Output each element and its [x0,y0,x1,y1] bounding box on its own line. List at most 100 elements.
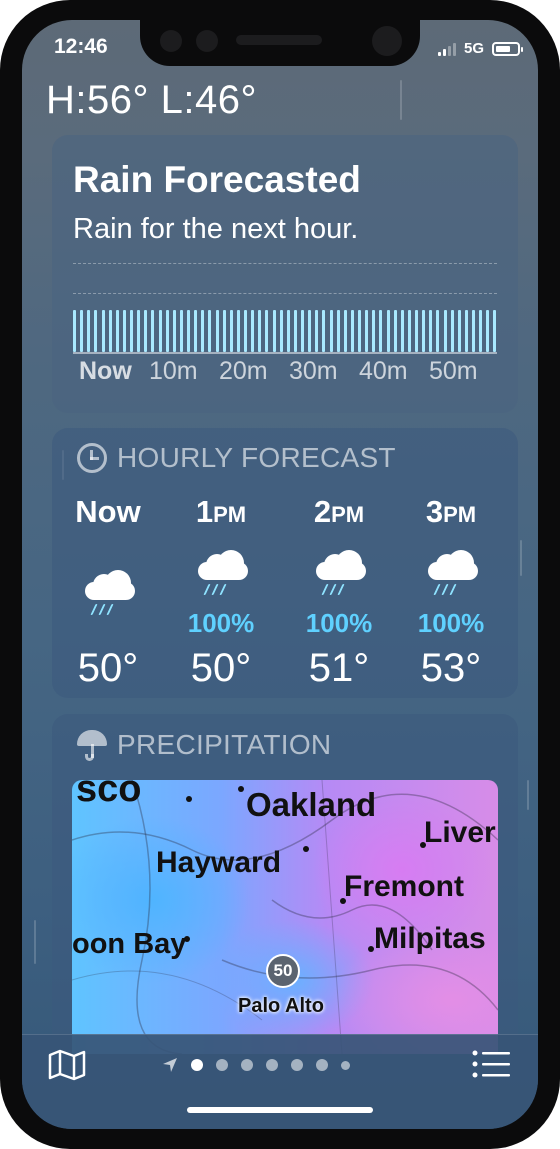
rain-bar [251,310,255,352]
precip-chance: 100% [417,608,485,638]
bottom-toolbar [22,1034,538,1129]
hour-item[interactable]: 3PM 100% 53° [396,494,506,691]
rain-bar [279,310,283,352]
rain-bar [130,310,133,352]
hourly-forecast-card[interactable]: HOURLY FORECAST Now 50° 1PM 100% 50° 2PM… [52,428,518,698]
rain-bar [229,310,233,352]
rain-streak [34,920,36,964]
high-low-temperature: H:56° L:46° [46,78,257,122]
rain-streak [400,80,402,120]
rain-axis [73,352,497,354]
rain-streak [527,780,529,810]
rain-bar [436,310,440,352]
tick-label: 10m [149,357,198,385]
status-indicators: 5G [437,40,523,57]
rain-bar [208,310,212,352]
rain-bar [201,310,205,352]
rain-bar [479,310,483,352]
page-dot[interactable] [191,1059,203,1071]
rain-bar [400,310,404,352]
rain-bar [358,310,361,352]
hourly-forecast-title: HOURLY FORECAST [117,442,396,473]
page-dot[interactable] [341,1060,350,1070]
rain-title: Rain Forecasted [73,159,361,200]
rain-bar [415,310,418,352]
rain-subtitle: Rain for the next hour. [73,213,359,245]
rain-bar [429,310,433,352]
front-camera-icon [372,26,402,56]
precipitation-title: PRECIPITATION [117,729,332,760]
rain-bar [365,310,369,352]
network-type: 5G [463,40,484,57]
rain-bar [194,310,198,352]
map-place-label: Milpitas [374,922,486,955]
hour-label: 2PM [313,494,365,529]
rain-bar [322,310,326,352]
rain-bar [372,310,376,352]
rain-bar [422,310,426,352]
rain-bar [179,310,183,352]
rain-bar [101,310,105,352]
map-place-label: Liver [424,816,496,849]
rain-cloud-icon [166,544,276,608]
map-city-dot [303,846,309,852]
tick-label: 30m [289,357,338,385]
rain-bar [80,310,84,352]
rain-bar [272,310,276,352]
map-place-label: Hayward [156,846,282,879]
rain-forecast-card[interactable]: Rain Forecasted Rain for the next hour. … [52,135,518,413]
umbrella-icon [77,728,107,762]
rain-bar [73,310,76,352]
hour-item[interactable]: Now 50° [53,494,163,691]
rain-bar [443,310,447,352]
rain-intensity-bars [73,310,497,352]
hourly-forecast-header: HOURLY FORECAST [77,442,396,474]
rain-bar [329,310,333,352]
location-arrow-icon [163,1058,177,1072]
hour-temp: 51° [308,646,370,690]
rain-bar [108,310,112,352]
rain-bar [151,310,155,352]
map-icon[interactable] [48,1049,86,1081]
hour-item[interactable]: 2PM 100% 51° [284,494,394,691]
rain-bar [472,310,475,352]
rain-bar [187,310,190,352]
hour-temp: 50° [77,646,139,690]
precipitation-header: PRECIPITATION [77,728,331,762]
clock-icon [77,443,107,473]
map-place-label: Fremont [344,870,464,903]
rain-bar [486,310,490,352]
hour-item[interactable]: 1PM 100% 50° [166,494,276,691]
rain-bar [301,310,304,352]
list-icon[interactable] [472,1049,512,1079]
rain-bar [386,310,390,352]
status-time: 12:46 [54,35,108,58]
rain-cloud-icon [396,544,506,608]
rain-bar [94,310,98,352]
page-indicator[interactable] [162,1057,350,1073]
rain-bar [158,310,162,352]
page-dot[interactable] [316,1059,328,1071]
page-dot[interactable] [266,1059,278,1071]
rain-bar [308,310,312,352]
tick-label: 50m [429,357,478,385]
page-dot[interactable] [291,1059,303,1071]
rain-bar [87,310,91,352]
rain-bar [244,310,247,352]
rain-bar [379,310,383,352]
precipitation-card[interactable]: PRECIPITATION sco Oakland Liver Hayward [52,714,518,1054]
gridline [73,293,497,294]
highway-shield: 50 [266,954,300,988]
precipitation-map[interactable]: sco Oakland Liver Hayward Fremont oon Ba… [72,780,498,1054]
page-dot[interactable] [216,1059,228,1071]
rain-bar [315,310,319,352]
tick-label: 20m [219,357,268,385]
rain-bar [336,310,340,352]
rain-bar [215,310,219,352]
rain-bar [222,310,226,352]
rain-bar [265,310,269,352]
rain-bar [122,310,126,352]
rain-bar [493,310,497,352]
home-indicator[interactable] [187,1107,373,1113]
page-dot[interactable] [241,1059,253,1071]
